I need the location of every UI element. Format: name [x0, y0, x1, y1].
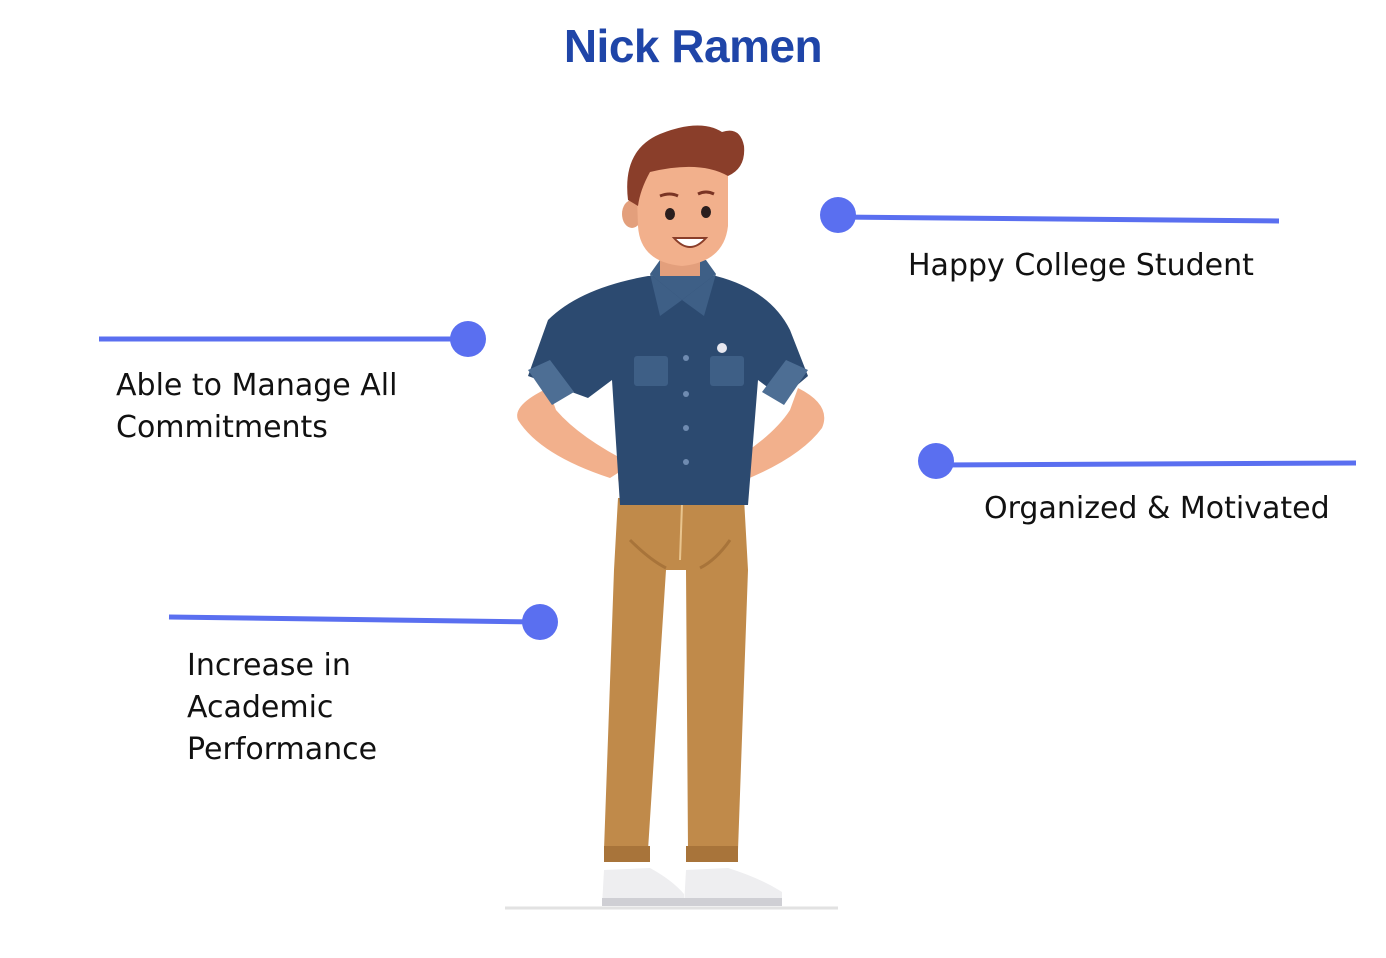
head [622, 125, 745, 266]
trait-line: Happy College Student [908, 248, 1254, 283]
connector-organized [918, 443, 1357, 479]
trait-line: Academic [187, 690, 334, 725]
trait-line: Able to Manage All [116, 368, 398, 403]
trait-happy-college-student: Happy College Student [908, 245, 1254, 287]
trait-organized-motivated: Organized & Motivated [984, 488, 1330, 530]
trait-line: Commitments [116, 410, 328, 445]
connector-manage [99, 321, 486, 357]
connector-dot-manage [450, 321, 486, 357]
shoes [602, 868, 782, 906]
trait-line: Increase in [187, 648, 351, 683]
trait-line: Organized & Motivated [984, 491, 1330, 526]
connector-happy [820, 197, 1280, 233]
trait-manage-commitments: Able to Manage All Commitments [116, 365, 397, 449]
pants [604, 498, 748, 862]
student-character-illustration [505, 125, 838, 910]
connector-dot-organized [918, 443, 954, 479]
trait-academic-performance: Increase in Academic Performance [187, 645, 377, 771]
trait-line: Performance [187, 732, 378, 767]
